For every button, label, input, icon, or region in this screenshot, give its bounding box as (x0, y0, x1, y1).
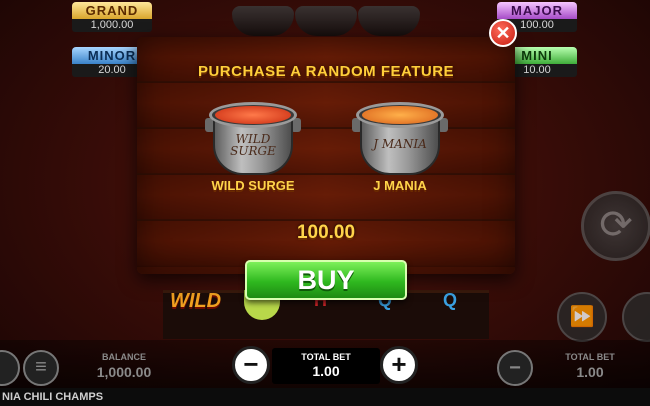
hamburger-menu-icon: ≡ (35, 356, 47, 378)
feature-option-j-mania[interactable]: J MANIA (352, 100, 448, 178)
fast-forward-icon: ⏩ (569, 306, 595, 328)
pot-food (362, 106, 438, 124)
minus-icon: − (509, 357, 521, 379)
buy-button[interactable]: BUY (245, 260, 407, 300)
decrease-bet-button[interactable]: − (232, 346, 270, 384)
plank-divider (137, 219, 515, 221)
feature-label-j-mania: J MANIA (373, 178, 427, 193)
jackpot-grand-name: GRAND (72, 2, 152, 19)
plank-divider (137, 81, 515, 83)
right-total-bet-value: 1.00 (576, 364, 604, 380)
refresh-icon: ⟳ (599, 203, 633, 247)
reel-symbol-wild: WILD (170, 290, 222, 312)
plank-divider (137, 173, 515, 175)
game-name: NIA CHILI CHAMPS (0, 388, 650, 406)
jackpot-major-name: MAJOR (497, 2, 577, 19)
balance-value: 1,000.00 (96, 364, 152, 380)
autoplay-button[interactable] (622, 292, 650, 342)
plus-icon: + (391, 349, 407, 379)
pot-food (215, 106, 291, 124)
fast-forward-button[interactable]: ⏩ (557, 292, 607, 342)
pot-brand-text: J MANIA (373, 137, 427, 151)
feature-label-wild-surge: WILD SURGE (211, 178, 295, 193)
pot-brand-text: WILD SURGE (230, 132, 276, 158)
total-bet-value: 1.00 (312, 363, 340, 379)
feature-price: 100.00 (296, 222, 356, 243)
jackpot-grand: GRAND 1,000.00 (72, 2, 152, 32)
total-bet-label: TOTAL BET (301, 352, 351, 362)
background-pot (232, 6, 294, 36)
increase-bet-button[interactable]: + (380, 346, 418, 384)
reel-symbol-q: Q (443, 290, 458, 310)
close-button[interactable]: ✕ (489, 19, 517, 47)
plank-divider (137, 127, 515, 129)
right-total-bet-label: TOTAL BET (565, 352, 615, 362)
minus-icon: − (243, 349, 259, 379)
close-x-icon: ✕ (495, 23, 511, 43)
balance-label: BALANCE (102, 352, 146, 362)
background-pot (295, 6, 357, 36)
spin-button[interactable]: ⟳ (581, 191, 650, 261)
dialog-title: PURCHASE A RANDOM FEATURE (197, 63, 455, 80)
feature-option-wild-surge[interactable]: WILD SURGE (205, 100, 301, 178)
background-pot (358, 6, 420, 36)
right-minus-button[interactable]: − (497, 350, 533, 386)
menu-button[interactable]: ≡ (23, 350, 59, 386)
jackpot-grand-value: 1,000.00 (72, 19, 152, 32)
